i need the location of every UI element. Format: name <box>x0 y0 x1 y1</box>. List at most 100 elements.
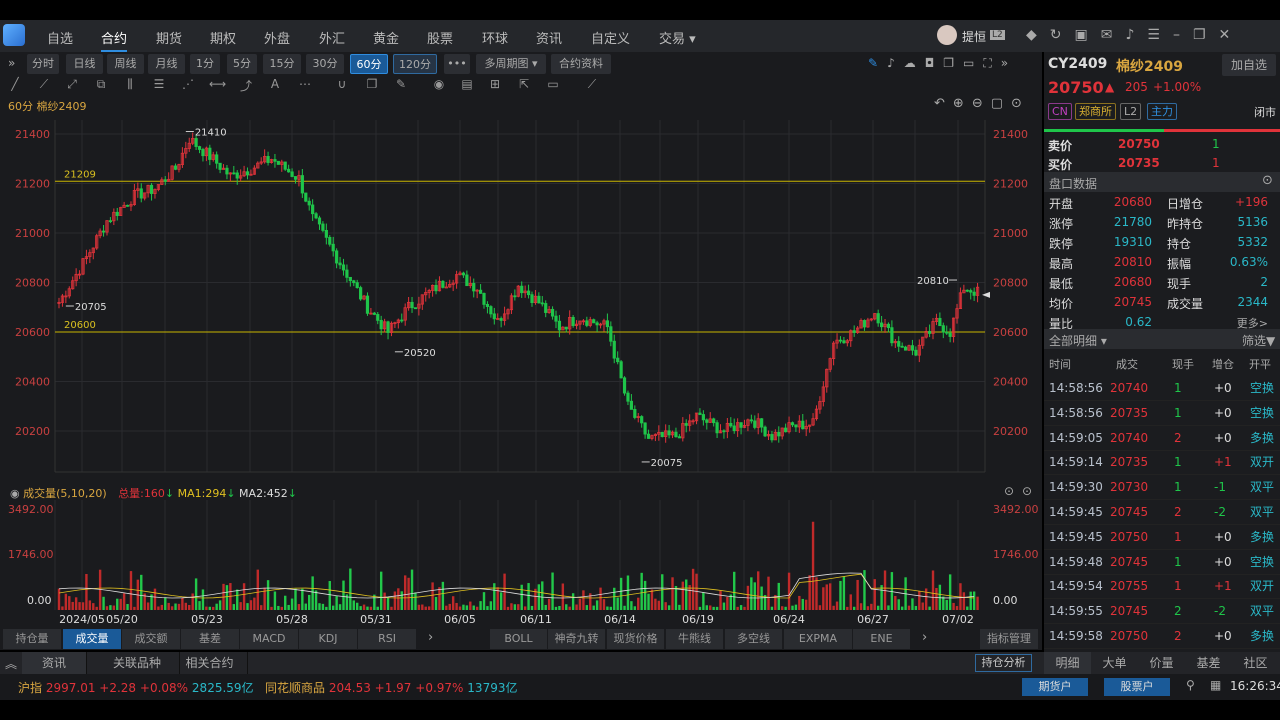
list-icon[interactable]: ☰ <box>1147 27 1173 43</box>
period-button[interactable]: 1分 <box>190 54 220 74</box>
refresh-icon[interactable]: ↻ <box>1050 27 1075 43</box>
period-button[interactable]: 月线 <box>148 54 185 74</box>
index-name[interactable]: 沪指 <box>18 681 42 695</box>
menu-item[interactable]: 自定义 <box>591 28 630 47</box>
period-button[interactable]: 多周期图 ▾ <box>476 54 546 74</box>
zoom-in-icon[interactable]: ⊕ <box>953 96 972 111</box>
candlestick-chart[interactable]: 21400 21400 21200 21200 21000 21000 20800 20800… <box>0 115 1042 630</box>
indicator-manage-button[interactable]: 指标管理 <box>980 629 1038 649</box>
menu-item[interactable]: 外盘 <box>264 28 290 47</box>
more-tool-icon[interactable]: ⋯ <box>297 77 313 91</box>
menu-item[interactable]: 交易 ▾ <box>659 28 696 47</box>
right-tab[interactable]: 大单 <box>1091 652 1138 674</box>
settings-icon[interactable]: ⊙ <box>1262 173 1273 188</box>
ruler-tool-icon[interactable]: ⟋ <box>584 77 600 92</box>
bell-icon[interactable]: ♪ <box>1125 27 1147 43</box>
more-link[interactable]: 更多> <box>1237 315 1268 331</box>
overlay-tab[interactable]: BOLL <box>490 629 547 649</box>
volume-settings-icon[interactable]: ⊙⊙ <box>1004 484 1040 498</box>
right-tab[interactable]: 价量 <box>1138 652 1185 674</box>
ray-tool-icon[interactable]: ⤢ <box>64 77 80 92</box>
menu-item[interactable]: 环球 <box>482 28 508 47</box>
channel-tool-icon[interactable]: ⫼ <box>122 77 138 92</box>
menu-item[interactable]: 外汇 <box>319 28 345 47</box>
reset-icon[interactable]: ▢ <box>991 96 1011 111</box>
trash-tool-icon[interactable]: ▤ <box>459 77 475 91</box>
range-tool-icon[interactable]: ⟷ <box>209 77 226 91</box>
gann-tool-icon[interactable]: ⋰ <box>180 77 196 91</box>
detail-dropdown[interactable]: 全部明细 ▾ <box>1049 332 1107 349</box>
right-tab[interactable]: 明细 <box>1044 652 1091 674</box>
pen-icon[interactable]: ✎ <box>868 56 887 70</box>
overlay-tab[interactable]: 多空线 <box>725 629 782 649</box>
indicator-tab[interactable]: MACD <box>240 629 298 649</box>
grid-tool-icon[interactable]: ⊞ <box>487 77 503 91</box>
position-analysis-button[interactable]: 持仓分析 <box>975 654 1032 672</box>
camera-icon[interactable]: ◘ <box>925 56 944 70</box>
overlay-tab[interactable]: EXPMA <box>784 629 852 649</box>
overlay-tab[interactable]: 神奇九转 <box>548 629 605 649</box>
overlay-next-icon[interactable]: › <box>922 630 927 645</box>
menu-item[interactable]: 股票 <box>427 28 453 47</box>
overlay-tab[interactable]: 现货价格 <box>607 629 664 649</box>
period-button[interactable]: 周线 <box>107 54 144 74</box>
search-icon[interactable]: ⚲ <box>1186 678 1195 692</box>
overlay-tab[interactable]: ENE <box>853 629 910 649</box>
period-button[interactable]: 日线 <box>66 54 103 74</box>
cloud-icon[interactable]: ☁ <box>904 56 925 70</box>
overlay-tab[interactable]: 牛熊线 <box>666 629 723 649</box>
period-button[interactable]: 30分 <box>306 54 344 74</box>
menu-item[interactable]: 期货 <box>156 28 182 47</box>
fib-tool-icon[interactable]: ☰ <box>151 77 167 91</box>
eraser-tool-icon[interactable]: ✎ <box>393 77 409 91</box>
period-button[interactable]: 60分 <box>350 54 388 74</box>
menu-item[interactable]: 合约 <box>101 28 128 52</box>
indicator-tab[interactable]: 基差 <box>181 629 239 649</box>
minimize-icon[interactable]: – <box>1173 27 1193 43</box>
eye-tool-icon[interactable]: ◉ <box>431 77 447 91</box>
fullscreen-icon[interactable]: ⛶ <box>983 56 1000 70</box>
user-name[interactable]: 提恒 <box>962 28 986 45</box>
magnet-tool-icon[interactable]: ∪ <box>334 77 350 91</box>
path-tool-icon[interactable]: ⤴ <box>238 77 254 94</box>
menu-item[interactable]: 期权 <box>210 28 236 47</box>
close-icon[interactable]: ✕ <box>1219 27 1244 43</box>
right-tab[interactable]: 社区 <box>1232 652 1279 674</box>
indicator-tab[interactable]: 持仓量 <box>3 629 61 649</box>
filter-button[interactable]: 筛选▼ <box>1242 332 1275 349</box>
period-button[interactable]: 15分 <box>263 54 301 74</box>
expand-icon[interactable]: » <box>8 56 15 70</box>
mail-icon[interactable]: ✉ <box>1101 27 1126 43</box>
period-button[interactable]: 分时 <box>27 54 59 74</box>
note-tool-icon[interactable]: ▭ <box>545 77 561 91</box>
period-button[interactable]: ••• <box>444 54 470 74</box>
export-tool-icon[interactable]: ⇱ <box>516 77 532 91</box>
line-tool-icon[interactable]: ╱ <box>7 77 23 91</box>
stock-account-button[interactable]: 股票户 <box>1104 678 1170 696</box>
menu-item[interactable]: 资讯 <box>536 28 562 47</box>
indicator-tab[interactable]: KDJ <box>299 629 357 649</box>
bottom-tab[interactable]: 资讯 <box>22 652 87 674</box>
menu-item[interactable]: 黄金 <box>373 28 399 47</box>
period-button[interactable]: 120分 <box>393 54 437 74</box>
expand-up-icon[interactable]: ︽ <box>5 655 17 672</box>
rect-tool-icon[interactable]: ⧉ <box>93 77 109 92</box>
copy-icon[interactable]: ❐ <box>943 56 963 70</box>
avatar[interactable] <box>937 25 957 45</box>
eye-icon[interactable]: ◉ <box>10 487 20 500</box>
screen-icon[interactable]: ▭ <box>963 56 983 70</box>
bottom-tab[interactable]: 关联品种 <box>95 652 180 674</box>
restore-icon[interactable]: ❐ <box>1193 27 1219 43</box>
tv-icon[interactable]: ▣ <box>1075 27 1101 43</box>
tabs-next-icon[interactable]: › <box>428 630 433 645</box>
collapse-icon[interactable]: » <box>1001 56 1017 70</box>
layers-tool-icon[interactable]: ❐ <box>364 77 380 91</box>
indicator-tab[interactable]: 成交量 <box>63 629 121 649</box>
segment-tool-icon[interactable]: ⟋ <box>36 77 52 92</box>
zoom-out-icon[interactable]: ⊖ <box>972 96 991 111</box>
layers-icon[interactable]: ◆ <box>1026 27 1050 43</box>
settings-icon[interactable]: ⊙ <box>1011 96 1030 111</box>
period-button[interactable]: 合约资料 <box>551 54 611 74</box>
right-tab[interactable]: 基差 <box>1185 652 1232 674</box>
indicator-tab[interactable]: RSI <box>358 629 416 649</box>
